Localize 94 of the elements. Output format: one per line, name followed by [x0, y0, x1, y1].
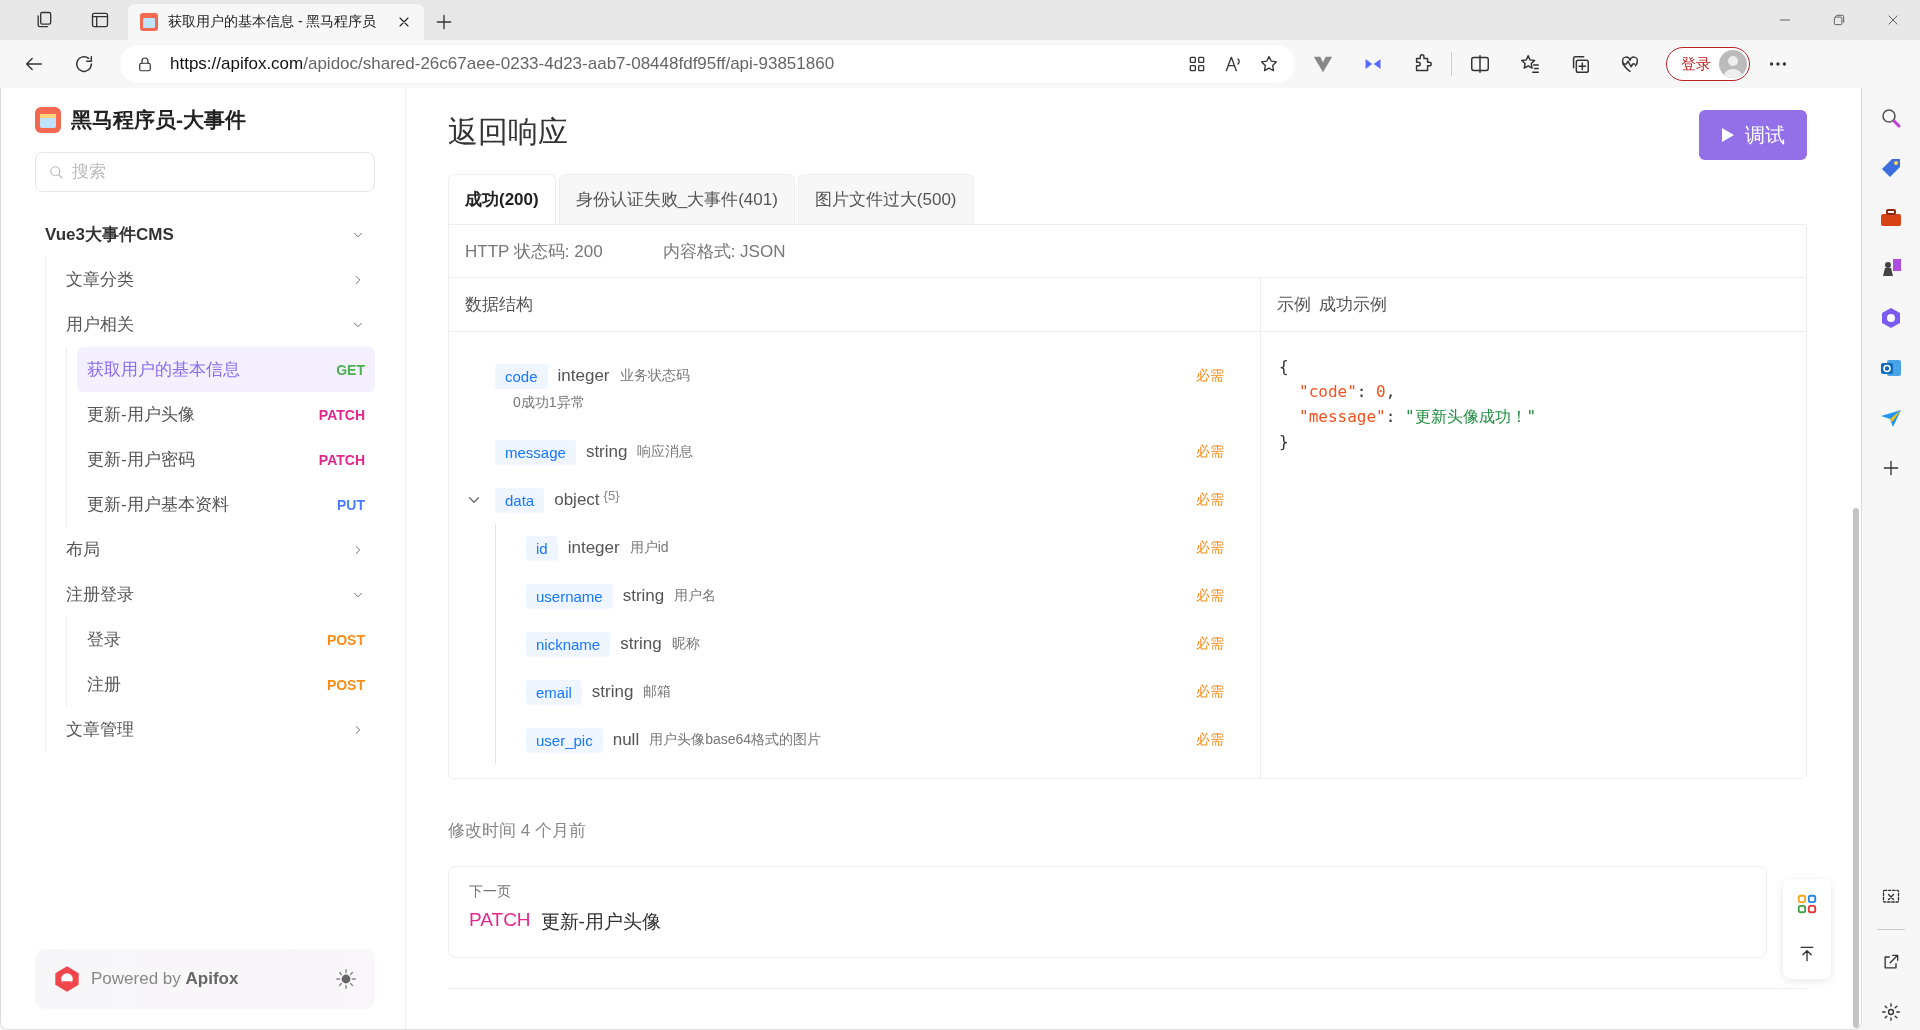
required-label: 必需 [1196, 443, 1224, 461]
method-tag: GET [336, 361, 365, 378]
refresh-icon[interactable] [73, 53, 95, 75]
field-description: 昵称 [671, 635, 700, 651]
plus-icon[interactable] [1881, 458, 1901, 478]
folder-item[interactable]: 文章管理 [56, 707, 375, 752]
lock-icon[interactable] [136, 55, 154, 73]
section-heading: 返回响应 [448, 114, 568, 150]
folder-item[interactable]: 注册登录 [56, 572, 375, 617]
endpoint-item[interactable]: 更新-用户头像 PATCH [77, 392, 375, 437]
search-icon[interactable] [1879, 106, 1903, 130]
debug-button[interactable]: 调试 [1699, 110, 1807, 160]
field-type: string [591, 682, 634, 702]
response-tab[interactable]: 身份认证失败_大事件(401) [558, 174, 795, 224]
folder-item[interactable]: Vue3大事件CMS [35, 212, 375, 257]
field-name: username [526, 583, 613, 609]
endpoint-item[interactable]: 更新-用户密码 PATCH [77, 437, 375, 482]
field-type: integer [567, 538, 620, 558]
field-type: string [620, 634, 662, 654]
required-label: 必需 [1196, 491, 1224, 509]
powered-by-text: Powered by Apifox [91, 969, 240, 989]
method-tag: PUT [337, 496, 365, 513]
method-tag: PATCH [469, 909, 531, 935]
login-button[interactable]: 登录 [1666, 47, 1750, 81]
field-name: code [495, 363, 548, 389]
star-icon[interactable] [1259, 54, 1279, 74]
browser-tab[interactable]: 获取用户的基本信息 - 黑马程序员 [128, 4, 424, 40]
avatar-icon [1719, 50, 1747, 78]
code-line: "code": 0, [1298, 381, 1397, 403]
required-label: 必需 [1196, 539, 1224, 557]
field-name: email [526, 679, 582, 705]
column-title: 数据结构 [465, 294, 533, 316]
endpoint-item[interactable]: 更新-用户基本资料 PUT [77, 482, 375, 527]
split-screen-icon[interactable] [1469, 53, 1491, 75]
example-name: 成功示例 [1319, 294, 1387, 316]
sun-icon[interactable] [335, 968, 357, 990]
content-type: 内容格式: JSON [662, 240, 786, 263]
play-icon [1721, 127, 1735, 143]
method-tag: PATCH [318, 451, 365, 468]
next-page-card[interactable]: 下一页 PATCH 更新-用户头像 [448, 866, 1767, 958]
response-tab[interactable]: 图片文件过大(500) [797, 174, 974, 224]
field-type: object [554, 490, 600, 510]
required-label: 必需 [1196, 683, 1224, 701]
field-description: 用户头像base64格式的图片 [649, 731, 822, 747]
code-line: } [1279, 431, 1290, 453]
field-description: 邮箱 [643, 683, 672, 699]
field-name: nickname [526, 631, 611, 657]
health-icon[interactable] [1619, 53, 1641, 75]
field-type: string [585, 442, 628, 462]
column-title: 示例 [1277, 294, 1311, 316]
field-type: string [622, 586, 665, 606]
folder-item[interactable]: 布局 [56, 527, 375, 572]
required-label: 必需 [1196, 367, 1224, 385]
modified-time: 修改时间 4 个月前 [448, 820, 587, 842]
next-page-label: 下一页 [469, 883, 512, 901]
method-tag: POST [326, 631, 365, 648]
field-description: 用户名 [674, 587, 717, 603]
field-type: integer [557, 366, 610, 386]
code-line: { [1279, 356, 1290, 378]
field-name: data [495, 487, 545, 513]
apps-icon[interactable] [1796, 893, 1818, 915]
required-label: 必需 [1196, 731, 1224, 749]
code-line: "message": "更新头像成功！" [1298, 406, 1538, 428]
field-description: 用户id [629, 539, 669, 555]
calendar-icon [140, 13, 158, 31]
field-note: 0成功1异常 [513, 394, 585, 410]
status-code: HTTP 状态码: 200 [465, 240, 603, 263]
endpoint-item[interactable]: 登录 POST [77, 617, 375, 662]
endpoint-item[interactable]: 注册 POST [77, 662, 375, 707]
apifox-logo-icon [53, 965, 81, 993]
endpoint-item[interactable]: 获取用户的基本信息 GET [77, 347, 375, 392]
required-label: 必需 [1196, 587, 1224, 605]
field-name: user_pic [526, 727, 603, 753]
field-description: 响应消息 [637, 443, 694, 459]
response-tab[interactable]: 成功(200) [448, 174, 556, 224]
calendar-icon [35, 107, 61, 133]
restore-icon[interactable] [1832, 13, 1846, 27]
field-name: message [495, 439, 576, 465]
project-title: 黑马程序员-大事件 [71, 107, 246, 133]
method-tag: PATCH [318, 406, 365, 423]
field-count: {5} [603, 488, 620, 503]
folder-item[interactable]: 用户相关 [56, 302, 375, 347]
search-field[interactable]: 搜索 [35, 152, 375, 192]
field-description: 业务状态码 [619, 367, 690, 383]
next-page-title: 更新-用户头像 [540, 910, 661, 934]
method-tag: POST [326, 676, 365, 693]
folder-item[interactable]: 文章分类 [56, 257, 375, 302]
field-name: id [526, 535, 558, 561]
plus-icon[interactable] [434, 12, 454, 32]
read-aloud-icon[interactable] [1223, 54, 1243, 74]
field-type: null [612, 730, 640, 750]
favorites-icon[interactable] [1519, 53, 1541, 75]
sidebar-icon[interactable] [90, 10, 110, 30]
required-label: 必需 [1196, 635, 1224, 653]
